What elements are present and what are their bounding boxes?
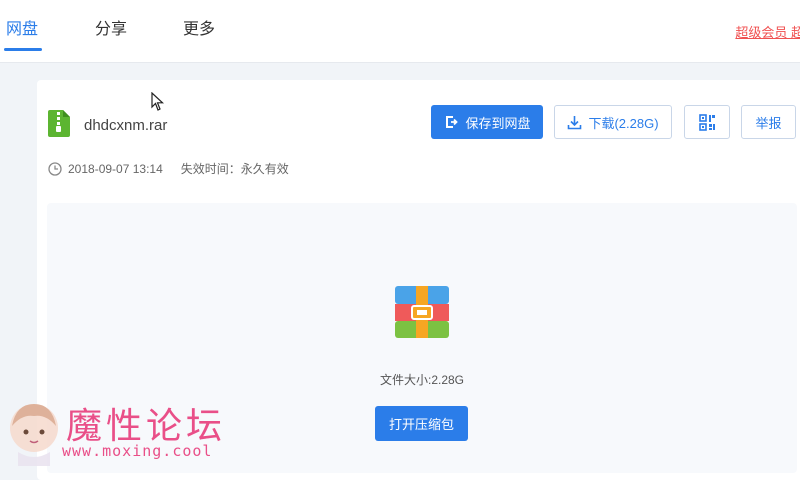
open-archive-button[interactable]: 打开压缩包 bbox=[375, 406, 468, 441]
tab-netdisk[interactable]: 网盘 bbox=[6, 20, 38, 40]
watermark-url: www.moxing.cool bbox=[62, 442, 213, 460]
save-icon bbox=[446, 116, 459, 128]
download-icon bbox=[568, 115, 582, 129]
download-button[interactable]: 下载(2.28G) bbox=[554, 105, 672, 139]
vip-link[interactable]: 超级会员 超 bbox=[735, 22, 800, 41]
tab-share[interactable]: 分享 bbox=[95, 20, 127, 40]
report-button[interactable]: 举报 bbox=[741, 105, 796, 139]
top-navigation: 网盘 分享 更多 超级会员 超 bbox=[0, 0, 800, 63]
file-size-text: 文件大小:2.28G bbox=[379, 373, 465, 387]
mouse-cursor-icon bbox=[151, 92, 165, 111]
tab-more[interactable]: 更多 bbox=[183, 20, 215, 40]
archive-box-icon bbox=[395, 286, 449, 338]
share-date: 2018-09-07 13:14 bbox=[68, 161, 163, 176]
active-tab-indicator bbox=[4, 48, 42, 51]
file-archive-icon bbox=[48, 110, 70, 137]
qr-code-button[interactable] bbox=[684, 105, 730, 139]
watermark-mascot-logo bbox=[10, 404, 58, 466]
file-name: dhdcxnm.rar bbox=[84, 117, 168, 134]
save-to-disk-label: 保存到网盘 bbox=[465, 115, 531, 131]
download-label: 下载(2.28G) bbox=[588, 115, 659, 131]
expiry-value: 永久有效 bbox=[240, 162, 289, 176]
expiry-label: 失效时间： bbox=[180, 162, 241, 176]
clock-icon bbox=[48, 161, 62, 176]
file-meta: 2018-09-07 13:14 失效时间： 永久有效 bbox=[48, 160, 289, 177]
save-to-disk-button[interactable]: 保存到网盘 bbox=[431, 105, 543, 139]
qr-code-icon bbox=[698, 113, 715, 131]
